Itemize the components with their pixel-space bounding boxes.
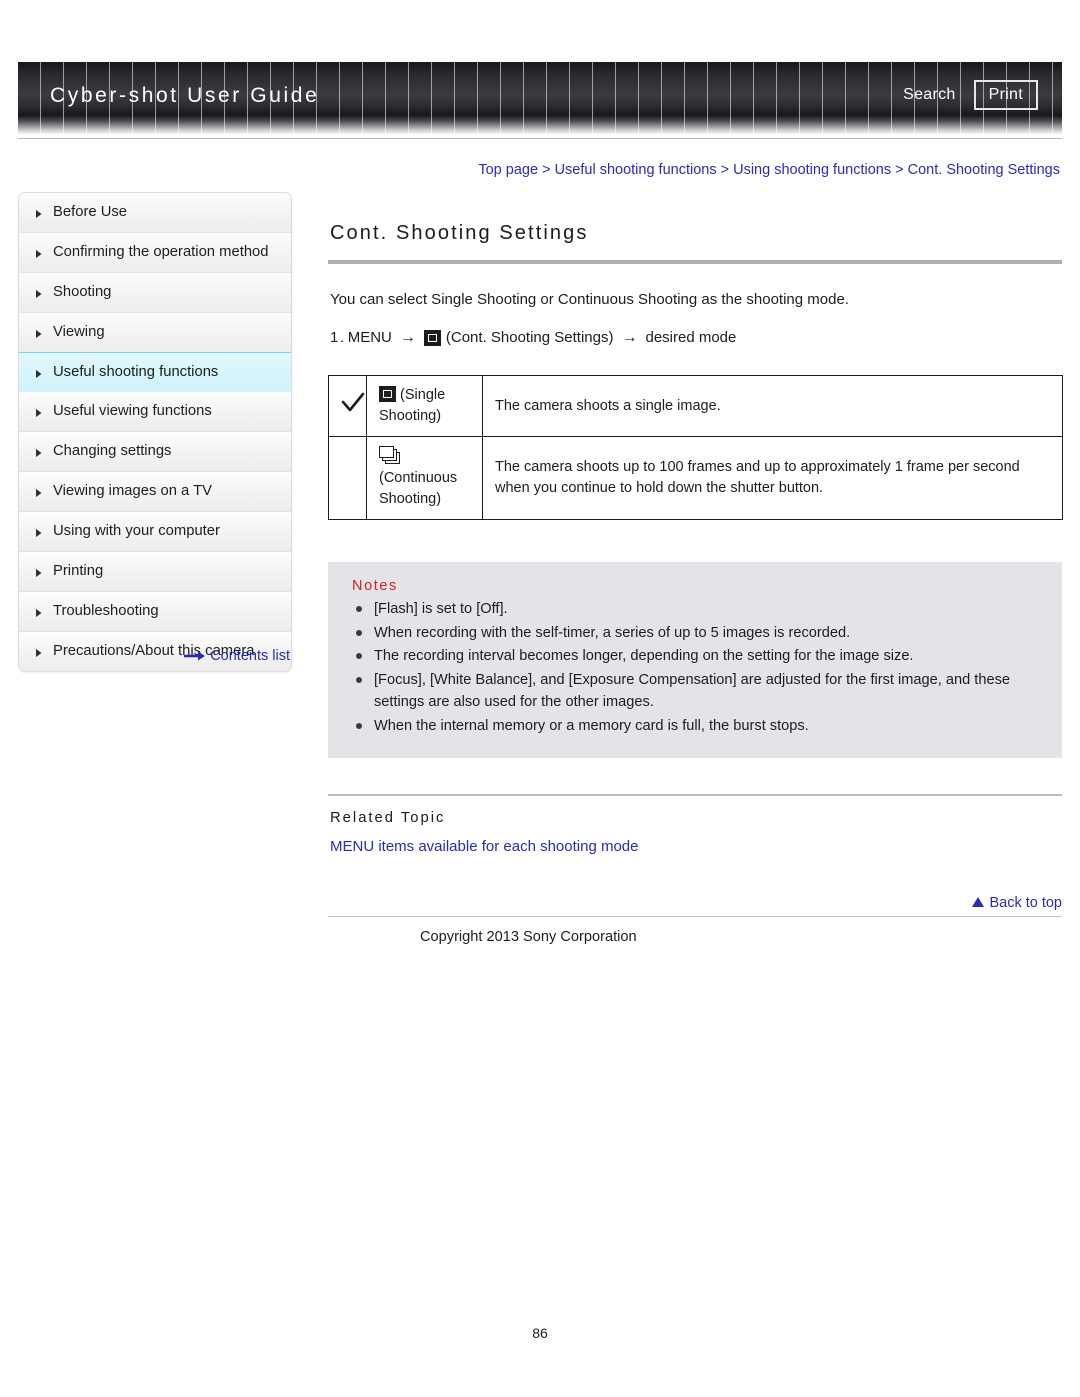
shooting-modes-table: (Single Shooting) The camera shoots a si… [328, 375, 1063, 520]
chevron-right-icon [35, 408, 45, 418]
sidebar-item-using-with-your-computer[interactable]: Using with your computer [19, 512, 291, 552]
intro-paragraph: You can select Single Shooting or Contin… [330, 291, 849, 308]
single-shooting-icon [379, 386, 396, 402]
breadcrumb-separator: > [720, 162, 730, 178]
title-divider [328, 260, 1062, 264]
breadcrumb-item-using-shooting-functions[interactable]: Using shooting functions [733, 162, 891, 178]
breadcrumb-item-top-page[interactable]: Top page [478, 162, 538, 178]
breadcrumb-item-useful-shooting-functions[interactable]: Useful shooting functions [555, 162, 717, 178]
notes-list: [Flash] is set to [Off]. When recording w… [350, 598, 1040, 737]
sidebar-item-confirming-the-operation-method[interactable]: Confirming the operation method [19, 233, 291, 273]
triangle-up-icon [971, 896, 985, 912]
print-button[interactable]: Print [973, 80, 1038, 110]
breadcrumb-separator: > [895, 162, 904, 178]
step-arrow-2: → [621, 329, 638, 346]
sidebar-item-shooting[interactable]: Shooting [19, 273, 291, 313]
sidebar-item-troubleshooting[interactable]: Troubleshooting [19, 592, 291, 632]
note-item: [Flash] is set to [Off]. [350, 598, 1040, 621]
notes-section: Notes [Flash] is set to [Off]. When recor… [328, 562, 1062, 758]
chevron-right-icon [35, 608, 45, 618]
note-item: When the internal memory or a memory car… [350, 715, 1040, 738]
sidebar-item-label: Troubleshooting [53, 603, 159, 619]
right-arrow-icon [184, 649, 206, 665]
selected-check-cell [328, 436, 367, 520]
header-divider [18, 138, 1062, 139]
sidebar-nav: Before Use Confirming the operation metho… [18, 192, 292, 672]
sidebar-item-label: Changing settings [53, 443, 172, 459]
mode-name-cell: (Continuous Shooting) [366, 436, 483, 520]
step-instruction: 1. MENU → (Cont. Shooting Settings) → de… [330, 325, 1062, 351]
notes-heading: Notes [352, 578, 398, 594]
sidebar-item-label: Shooting [53, 284, 112, 300]
page-title: Cont. Shooting Settings [330, 222, 589, 244]
chevron-right-icon [35, 448, 45, 458]
copyright-text: Copyright 2013 Sony Corporation [420, 929, 637, 945]
mode-name-cell: (Single Shooting) [366, 375, 483, 437]
table-row: (Continuous Shooting) The camera shoots … [328, 436, 1063, 520]
sidebar-item-label: Confirming the operation method [53, 244, 269, 260]
search-button[interactable]: Search [897, 82, 962, 108]
step-number: 1. [330, 329, 346, 346]
sidebar-item-changing-settings[interactable]: Changing settings [19, 432, 291, 472]
main-content: Cont. Shooting Settings You can select S… [328, 222, 1063, 945]
header-actions: Search Print [897, 80, 1038, 110]
chevron-right-icon [35, 528, 45, 538]
sidebar-item-label: Viewing [53, 324, 105, 340]
back-to-top-label: Back to top [989, 895, 1062, 911]
chevron-right-icon [35, 329, 45, 339]
selected-check-cell [328, 375, 367, 437]
step-arrow-1: → [399, 329, 416, 346]
mode-description-cell: The camera shoots up to 100 frames and u… [482, 436, 1063, 520]
chevron-right-icon [35, 249, 45, 259]
single-shooting-icon [423, 330, 441, 346]
sidebar-item-label: Viewing images on a TV [53, 483, 213, 499]
sidebar-item-label: Useful viewing functions [53, 403, 212, 419]
related-topic-divider [328, 794, 1062, 796]
related-topic-link[interactable]: MENU items available for each shooting m… [330, 838, 1062, 855]
contents-list-link[interactable]: Contents list [18, 648, 292, 665]
sidebar-item-useful-viewing-functions[interactable]: Useful viewing functions [19, 392, 291, 432]
chevron-right-icon [35, 289, 45, 299]
breadcrumb: Top page > Useful shooting functions > U… [478, 162, 1060, 178]
page-number: 86 [532, 1325, 548, 1341]
table-row: (Single Shooting) The camera shoots a si… [328, 375, 1063, 437]
back-to-top-link[interactable]: Back to top [328, 895, 1062, 912]
related-topic-heading: Related Topic [330, 810, 446, 826]
mode-label: (Continuous Shooting) [379, 470, 458, 507]
chevron-right-icon [35, 568, 45, 578]
sidebar-item-label: Before Use [53, 204, 128, 220]
note-item: [Focus], [White Balance], and [Exposure … [350, 669, 1040, 714]
step-target-label: desired mode [645, 329, 737, 346]
mode-description-cell: The camera shoots a single image. [482, 375, 1063, 437]
breadcrumb-item-cont-shooting-settings[interactable]: Cont. Shooting Settings [908, 162, 1060, 178]
continuous-shooting-icon [379, 446, 401, 465]
chevron-right-icon [35, 488, 45, 498]
step-setting-label: (Cont. Shooting Settings) [445, 329, 614, 346]
checkmark-icon [341, 392, 365, 414]
sidebar-item-useful-shooting-functions[interactable]: Useful shooting functions [19, 352, 291, 393]
step-menu-label: MENU [347, 329, 392, 346]
app-title: Cyber-shot User Guide [50, 84, 320, 107]
sidebar-item-before-use[interactable]: Before Use [19, 193, 291, 233]
chevron-right-icon [35, 369, 45, 379]
sidebar-item-label: Useful shooting functions [53, 364, 219, 380]
sidebar-item-printing[interactable]: Printing [19, 552, 291, 592]
header-bar: Cyber-shot User Guide Search Print [18, 62, 1062, 134]
sidebar-item-viewing[interactable]: Viewing [19, 313, 291, 353]
sidebar-item-label: Using with your computer [53, 523, 220, 539]
sidebar-item-viewing-images-on-a-tv[interactable]: Viewing images on a TV [19, 472, 291, 512]
note-item: The recording interval becomes longer, d… [350, 645, 1040, 668]
contents-list-label: Contents list [210, 648, 290, 664]
footer-divider [328, 916, 1062, 917]
chevron-right-icon [35, 209, 45, 219]
breadcrumb-separator: > [542, 162, 551, 178]
note-item: When recording with the self-timer, a se… [350, 622, 1040, 645]
page-header: Cyber-shot User Guide Search Print [0, 62, 1080, 140]
sidebar-item-label: Printing [53, 563, 104, 579]
